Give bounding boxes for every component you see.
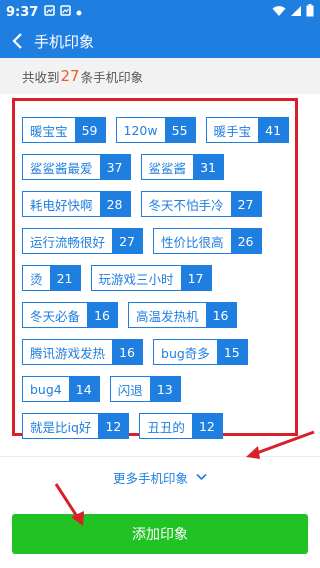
impression-tag[interactable]: 腾讯游戏发热 16 [22,339,144,365]
tag-label: 烫 [23,266,50,290]
tag-count: 55 [164,118,195,142]
tag-label: bug4 [23,377,69,401]
tag-count: 26 [230,229,261,253]
notification-icon [60,5,72,19]
tag-label: 暖宝宝 [23,118,75,142]
wifi-icon [272,5,286,20]
tag-count: 27 [230,192,261,216]
add-impression-button[interactable]: 添加印象 [12,514,308,554]
tag-list: 暖宝宝 59 120w 55 暖手宝 41 鲨鲨酱最爱 37 鲨鲨酱 31 耗电好快啊 28… [22,117,291,439]
tag-label: 闪退 [110,377,150,401]
dot-icon [76,5,82,19]
impression-tag[interactable]: 运行流畅很好 27 [22,228,144,254]
impression-tag[interactable]: 烫 21 [22,265,81,291]
impression-tag[interactable]: 耗电好快啊 28 [22,191,131,217]
signal-icon [290,5,302,20]
impression-tag[interactable]: 性价比很高 26 [153,228,262,254]
tag-label: 鲨鲨酱最爱 [23,155,100,179]
impression-count: 27 [60,67,80,85]
tag-count: 13 [149,377,180,401]
impression-tag[interactable]: 鲨鲨酱 31 [140,154,225,180]
tag-label: 就是比iq好 [23,414,99,438]
impression-tag[interactable]: 闪退 13 [109,376,181,402]
tag-label: 冬天不怕手冷 [141,192,231,216]
tag-count: 12 [98,414,129,438]
tag-count: 21 [49,266,80,290]
notification-icon [44,5,56,19]
impression-tag[interactable]: 就是比iq好 12 [22,413,130,439]
tag-count: 59 [74,118,105,142]
chevron-down-icon [196,473,207,481]
tag-label: 暖手宝 [206,118,259,142]
impression-tag[interactable]: bug4 14 [22,376,100,402]
impression-tag[interactable]: 120w 55 [115,117,196,143]
status-time: 9:37 [6,4,39,20]
tag-label: 玩游戏三小时 [91,266,181,290]
impression-tag[interactable]: 丑丑的 12 [139,413,223,439]
impression-tag[interactable]: 冬天必备 16 [22,302,119,328]
tag-count: 31 [193,155,224,179]
tag-count: 12 [191,414,222,438]
impression-tag[interactable]: 暖宝宝 59 [22,117,106,143]
tag-count: 37 [99,155,130,179]
tag-label: 鲨鲨酱 [141,155,194,179]
tag-count: 27 [112,229,143,253]
more-impressions-label: 更多手机印象 [112,470,188,486]
tag-label: bug奇多 [154,340,217,364]
back-arrow-icon[interactable] [6,30,28,52]
tag-label: 冬天必备 [23,303,88,327]
tag-count: 28 [99,192,130,216]
tag-count: 16 [205,303,236,327]
tag-label: 120w [116,118,165,142]
impression-tag[interactable]: 高温发热机 16 [128,302,237,328]
impression-tag[interactable]: 玩游戏三小时 17 [90,265,212,291]
tag-count: 16 [112,340,143,364]
count-prefix: 共收到 [22,69,60,85]
tag-count: 15 [216,340,247,364]
battery-icon [306,4,314,20]
tag-count: 16 [87,303,118,327]
page-title: 手机印象 [34,32,95,51]
tag-label: 运行流畅很好 [23,229,113,253]
impression-count-line: 共收到 27 条手机印象 [0,58,320,94]
status-bar: 9:37 [0,0,320,24]
tag-label: 腾讯游戏发热 [23,340,113,364]
tag-label: 耗电好快啊 [23,192,100,216]
tag-label: 性价比很高 [154,229,231,253]
impression-tag[interactable]: 冬天不怕手冷 27 [140,191,262,217]
tag-label: 丑丑的 [140,414,192,438]
impression-tag[interactable]: bug奇多 15 [153,339,248,365]
tag-label: 高温发热机 [129,303,206,327]
impression-tags-panel: 暖宝宝 59 120w 55 暖手宝 41 鲨鲨酱最爱 37 鲨鲨酱 31 耗电好快啊 28… [12,98,298,439]
tag-count: 17 [180,266,211,290]
tag-count: 41 [258,118,289,142]
app-bar: 手机印象 [0,24,320,58]
tag-count: 14 [68,377,99,401]
impression-tag[interactable]: 鲨鲨酱最爱 37 [22,154,131,180]
impression-tag[interactable]: 暖手宝 41 [205,117,290,143]
more-impressions-button[interactable]: 更多手机印象 [0,456,320,497]
count-suffix: 条手机印象 [80,69,144,85]
